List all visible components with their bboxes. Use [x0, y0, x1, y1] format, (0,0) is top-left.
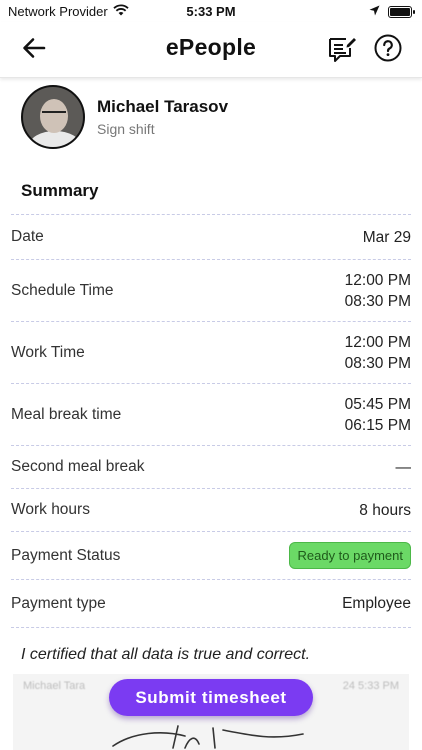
status-right — [369, 4, 415, 19]
profile-header: Michael Tarasov Sign shift — [21, 85, 228, 149]
payment-status-label: Payment Status — [11, 546, 121, 564]
schedule-time-end: 08:30 PM — [344, 292, 411, 310]
second-meal-break-row: Second meal break — — [11, 445, 411, 488]
help-button[interactable] — [372, 34, 404, 66]
work-time-end: 08:30 PM — [344, 354, 411, 372]
signature-meta-name: Michael Tara — [23, 680, 86, 692]
payment-type-row: Payment type Employee — [11, 579, 411, 627]
certification-text: I certified that all data is true and co… — [21, 646, 311, 663]
profile-name: Michael Tarasov — [97, 97, 229, 116]
avatar-body-shape — [29, 131, 81, 147]
help-icon — [374, 34, 402, 67]
notes-edit-icon — [326, 34, 356, 69]
work-hours-row: Work hours 8 hours — [11, 488, 411, 531]
signature-stroke-icon — [112, 725, 304, 749]
meal-break-value: 05:45 PM 06:15 PM — [345, 394, 411, 436]
schedule-time-start: 12:00 PM — [344, 271, 411, 289]
payment-type-value: Employee — [342, 595, 411, 612]
meal-break-label: Meal break time — [11, 405, 122, 423]
payment-type-label: Payment type — [11, 594, 106, 612]
work-time-label: Work Time — [11, 343, 85, 361]
work-hours-label: Work hours — [11, 501, 90, 518]
list-divider — [11, 627, 411, 628]
meal-break-row: Meal break time 05:45 PM 06:15 PM — [11, 383, 411, 445]
date-value: Mar 29 — [362, 228, 411, 246]
summary-title: Summary — [21, 181, 99, 200]
profile-subtitle: Sign shift — [97, 121, 155, 137]
work-time-start: 12:00 PM — [344, 333, 411, 351]
work-time-row: Work Time 12:00 PM 08:30 PM — [11, 321, 411, 383]
page-title: ePeople — [165, 34, 257, 60]
nav-bar: ePeople — [0, 22, 422, 78]
date-label: Date — [11, 228, 44, 245]
summary-list: Date Mar 29 Schedule Time 12:00 PM 08:30… — [11, 214, 411, 628]
schedule-time-value: 12:00 PM 08:30 PM — [345, 270, 411, 312]
signature-meta-date: 24 5:33 PM — [342, 680, 399, 692]
location-arrow-icon — [369, 4, 380, 19]
payment-status-row: Payment Status Ready to payment — [11, 531, 411, 579]
profile-text: Michael Tarasov Sign shift — [97, 97, 228, 137]
schedule-time-label: Schedule Time — [11, 281, 114, 299]
avatar-glasses-shape — [42, 111, 66, 116]
avatar — [21, 85, 85, 149]
meal-break-start: 05:45 PM — [344, 395, 411, 413]
work-time-value: 12:00 PM 08:30 PM — [345, 332, 411, 374]
battery-icon — [388, 5, 415, 18]
date-row: Date Mar 29 — [11, 214, 411, 259]
work-hours-value: 8 hours — [359, 501, 411, 519]
submit-timesheet-button[interactable]: Submit timesheet — [109, 679, 313, 716]
schedule-time-row: Schedule Time 12:00 PM 08:30 PM — [11, 259, 411, 321]
second-meal-break-label: Second meal break — [11, 458, 145, 475]
second-meal-break-value: — — [395, 458, 412, 476]
notes-button[interactable] — [324, 34, 358, 68]
status-time: 5:33 PM — [186, 4, 236, 19]
status-bar: Network Provider 5:33 PM — [0, 0, 422, 22]
payment-status-badge: Ready to payment — [289, 542, 411, 569]
avatar-head-shape — [40, 99, 68, 133]
meal-break-end: 06:15 PM — [344, 416, 411, 434]
